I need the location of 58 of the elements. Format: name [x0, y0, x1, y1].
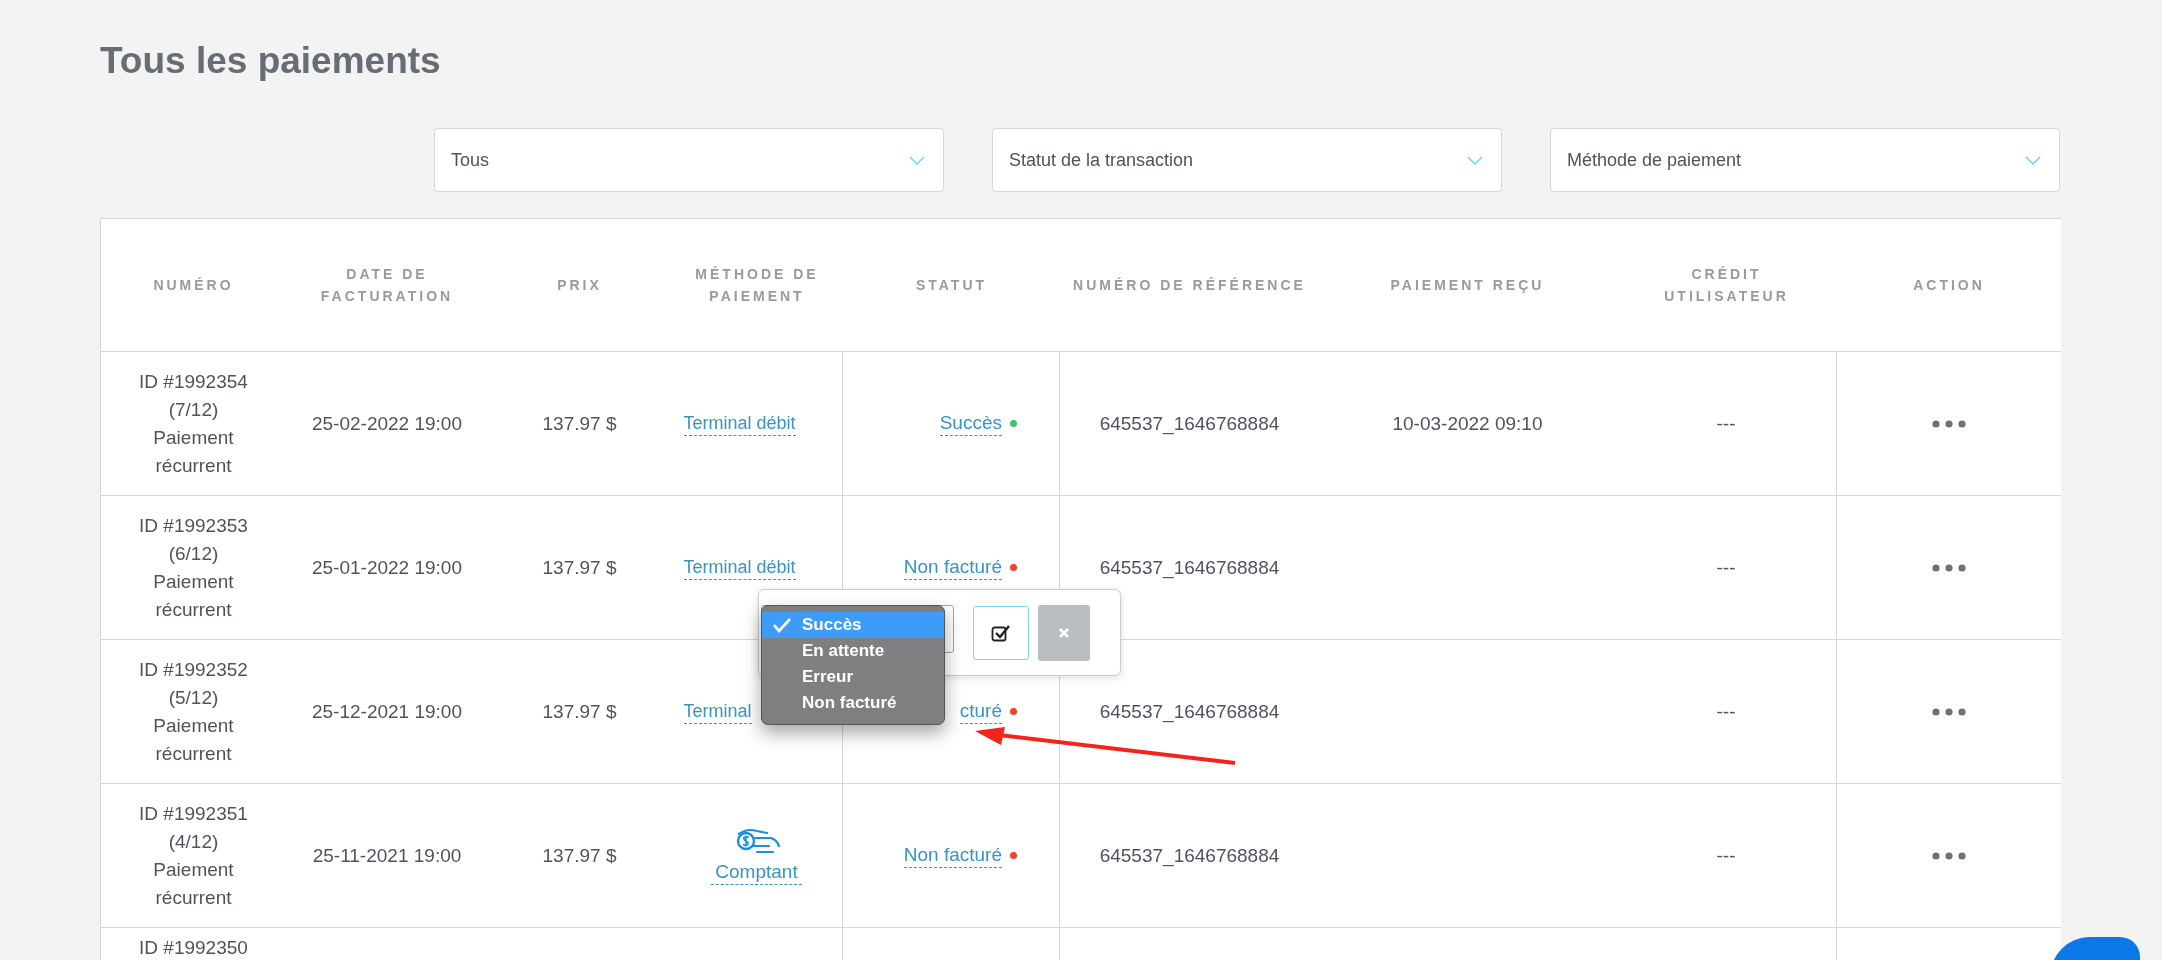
billing-date: 25-02-2022 19:00 [312, 411, 462, 436]
user-credit: --- [1716, 411, 1736, 436]
column-header: NUMÉRO [152, 276, 235, 295]
more-options-icon[interactable] [1932, 563, 1966, 572]
status-option[interactable]: Erreur [762, 664, 944, 690]
more-options-icon[interactable] [1932, 419, 1966, 428]
status-option[interactable]: Succès [762, 612, 944, 638]
more-options-icon[interactable] [1932, 707, 1966, 716]
payment-method-link[interactable]: Comptant [711, 860, 802, 885]
payment-number: ID #1992350 [138, 936, 249, 960]
payment-method-link[interactable]: Terminal [683, 699, 752, 724]
status-link[interactable]: Non facturé [903, 555, 1002, 580]
billing-date: 25-01-2022 19:00 [312, 555, 462, 580]
column-header: DATE DE FACTURATION [319, 265, 455, 306]
column-header: STATUT [914, 276, 989, 295]
chevron-down-icon [1467, 155, 1483, 165]
payment-number: ID #1992351 (4/12) Paiement récurrent [138, 801, 249, 910]
payment-number: ID #1992354 (7/12) Paiement récurrent [138, 369, 249, 478]
filter-dropdown[interactable]: Méthode de paiement [1550, 128, 2060, 192]
page-title: Tous les paiements [100, 40, 442, 83]
close-icon [1058, 627, 1070, 639]
column-header: PRIX [556, 276, 603, 295]
price: 137.97 $ [542, 555, 617, 580]
checkbox-check-icon [991, 624, 1011, 642]
chevron-down-icon [909, 155, 925, 165]
payment-number: ID #1992352 (5/12) Paiement récurrent [138, 657, 249, 766]
reference-number: 645537_1646768884 [1099, 843, 1280, 869]
column-header: NUMÉRO DE RÉFÉRENCE [1072, 276, 1307, 295]
payment-method-link[interactable]: Terminal débit [683, 411, 796, 436]
confirm-button[interactable] [973, 606, 1029, 660]
reference-number: 645537_1646768884 [1099, 411, 1280, 437]
user-credit: --- [1716, 843, 1736, 868]
status-option[interactable]: En attente [762, 638, 944, 664]
user-credit: --- [1716, 555, 1736, 580]
billing-date: 25-12-2021 19:00 [312, 699, 462, 724]
filter-dropdown[interactable]: Statut de la transaction [992, 128, 1502, 192]
column-header: PAIEMENT REÇU [1389, 276, 1546, 295]
payment-number: ID #1992353 (6/12) Paiement récurrent [138, 513, 249, 622]
column-header: CRÉDIT UTILISATEUR [1663, 265, 1790, 306]
billing-date: 25-11-2021 19:00 [312, 843, 462, 868]
price: 137.97 $ [542, 843, 617, 868]
price: 137.97 $ [542, 699, 617, 724]
more-options-icon[interactable] [1932, 851, 1966, 860]
status-link[interactable]: Succès [939, 411, 1002, 436]
reference-number: 645537_1646768884 [1099, 699, 1280, 725]
status-link[interactable]: Non facturé [903, 843, 1002, 868]
reference-number: 645537_1646768884 [1099, 555, 1280, 581]
price: 137.97 $ [542, 411, 617, 436]
column-header: MÉTHODE DE PAIEMENT [694, 265, 820, 306]
chevron-down-icon [2025, 155, 2041, 165]
column-header: ACTION [1912, 276, 1986, 295]
status-link[interactable]: cturé [959, 699, 1002, 724]
status-option[interactable]: Non facturé [762, 690, 944, 716]
filter-dropdown[interactable]: Tous [434, 128, 944, 192]
user-credit: --- [1716, 699, 1736, 724]
check-icon [772, 617, 792, 633]
payment-method-link[interactable]: Terminal débit [683, 555, 796, 580]
received-date: 10-03-2022 09:10 [1392, 411, 1543, 436]
